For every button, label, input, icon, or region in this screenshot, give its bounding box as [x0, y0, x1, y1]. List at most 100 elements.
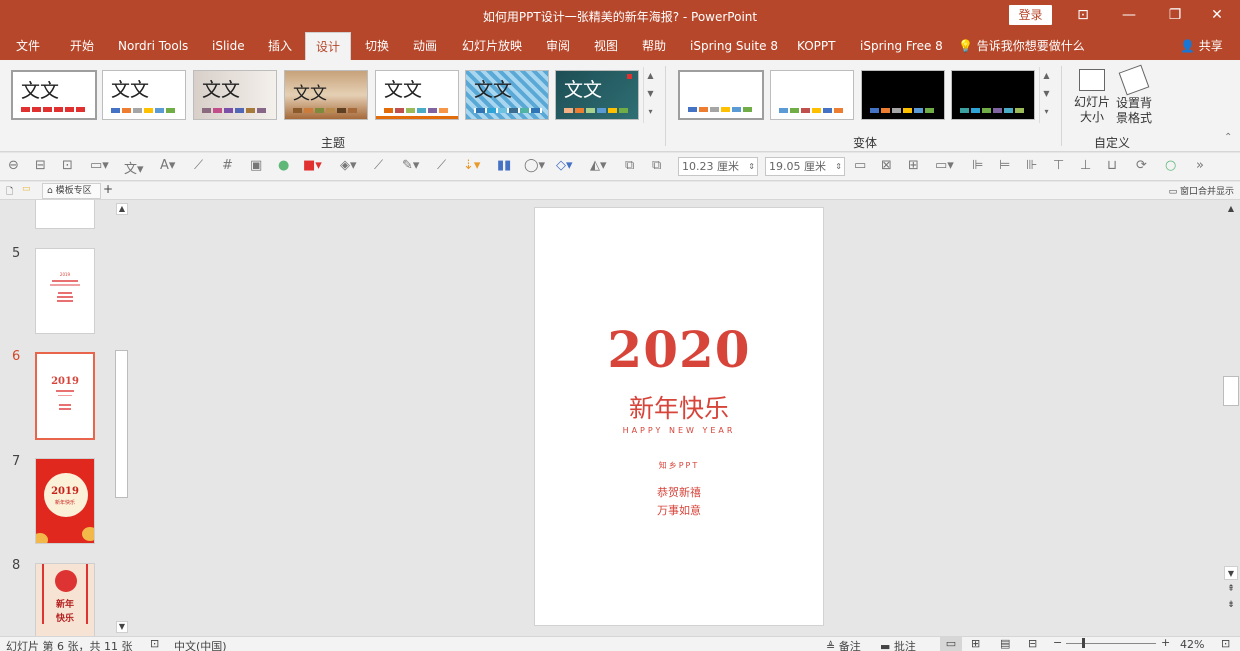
gallery-more-icon[interactable]: ▾	[644, 103, 657, 121]
scroll-thumb[interactable]	[115, 350, 128, 498]
shape-height-input[interactable]: 19.05 厘米 ⇕	[765, 157, 845, 176]
scroll-down-icon[interactable]: ▼	[644, 85, 657, 103]
slide-year[interactable]: 2020	[535, 320, 823, 379]
rotate-icon[interactable]: ⟳	[1136, 158, 1147, 173]
share-button[interactable]: 👤 共享	[1180, 32, 1223, 60]
variant-3[interactable]	[861, 70, 945, 120]
shapes-icon[interactable]: ◯▾	[524, 158, 545, 173]
tab-review[interactable]: 审阅	[546, 32, 570, 60]
lock-icon[interactable]: ⊖	[8, 158, 19, 173]
delete-icon[interactable]: ⊠	[881, 158, 892, 173]
textbox-icon[interactable]: ▭▾	[90, 158, 109, 173]
scroll-thumb[interactable]	[1223, 376, 1239, 406]
slide-thumbnail-8[interactable]: 新年 快乐	[35, 563, 95, 636]
slide-thumbnail-6[interactable]: 2019	[35, 352, 95, 440]
more-tools-icon[interactable]: »	[1196, 158, 1204, 173]
zoom-in-icon[interactable]: +	[1161, 636, 1170, 649]
slide-headline[interactable]: 新年快乐	[535, 389, 823, 425]
eyedropper-icon[interactable]: ⟋	[194, 158, 203, 173]
tab-transitions[interactable]: 切换	[365, 32, 389, 60]
slide-size-button[interactable]: 幻灯片 大小	[1070, 66, 1114, 125]
tab-help[interactable]: 帮助	[642, 32, 666, 60]
tab-animations[interactable]: 动画	[413, 32, 437, 60]
layout-icon[interactable]: ▭▾	[935, 158, 954, 173]
shape-merge-icon[interactable]: ◇▾	[556, 158, 573, 173]
tab-file[interactable]: 文件	[16, 32, 40, 60]
theme-office[interactable]: 文文	[11, 70, 97, 120]
restore-icon[interactable]: ❐	[1152, 0, 1198, 32]
spinner-icon[interactable]: ⇕	[748, 158, 757, 175]
spinner-icon[interactable]: ⇕	[835, 158, 844, 175]
tab-insert[interactable]: 插入	[268, 32, 292, 60]
crop-icon[interactable]: ⊡	[62, 158, 73, 173]
slide-line-2[interactable]: 万事如意	[535, 502, 823, 518]
flip-icon[interactable]: ◭▾	[590, 158, 607, 173]
tab-home[interactable]: 开始	[70, 32, 94, 60]
slide-thumbnail-7[interactable]: 2019 新年快乐	[35, 458, 95, 544]
tab-slideshow[interactable]: 幻灯片放映	[462, 32, 522, 60]
slide-sorter-icon[interactable]: ⊞	[971, 637, 980, 650]
scroll-up-icon[interactable]: ▲	[116, 203, 128, 215]
format-background-button[interactable]: 设置背 景格式	[1113, 64, 1155, 126]
tell-me-search[interactable]: 💡 告诉我你想要做什么	[958, 32, 1085, 60]
shape-width-input[interactable]: 10.23 厘米 ⇕	[678, 157, 758, 176]
merge-windows-button[interactable]: ▭ 窗口合并显示	[1169, 184, 1234, 197]
current-slide[interactable]: 2020 新年快乐 HAPPY NEW YEAR 知乡PPT 恭贺新禧 万事如意	[534, 207, 824, 626]
close-icon[interactable]: ✕	[1194, 0, 1240, 32]
edit-icon[interactable]: ✎▾	[402, 158, 419, 173]
align-bottom-icon[interactable]: ⊔	[1107, 158, 1117, 173]
login-button[interactable]: 登录	[1009, 5, 1052, 25]
theme-2[interactable]: 文文	[102, 70, 186, 120]
slide-brand[interactable]: 知乡PPT	[535, 460, 823, 471]
align-middle-icon[interactable]: ⊥	[1080, 158, 1091, 173]
tab-nordri-tools[interactable]: Nordri Tools	[118, 32, 188, 60]
tab-koppt[interactable]: KOPPT	[797, 32, 835, 60]
align-icon[interactable]: ⊟	[35, 158, 46, 173]
tab-design[interactable]: 设计	[305, 32, 352, 60]
slide-line-1[interactable]: 恭贺新禧	[535, 484, 823, 500]
replace-icon[interactable]: ⊞	[908, 158, 919, 173]
theme-3[interactable]: 文文	[193, 70, 277, 120]
chart-icon[interactable]: ▮▮	[497, 158, 511, 173]
variant-gallery-scroll[interactable]: ▲ ▼ ▾	[1039, 67, 1053, 123]
theme-gallery-scroll[interactable]: ▲ ▼ ▾	[643, 67, 657, 123]
variant-4[interactable]	[951, 70, 1035, 120]
slide-thumbnail-5[interactable]: 2019	[35, 248, 95, 334]
previous-slide-icon[interactable]: ⇞	[1224, 584, 1238, 598]
next-slide-icon[interactable]: ⇟	[1224, 600, 1238, 614]
reading-view-icon[interactable]: ▤	[1000, 637, 1010, 650]
hash-icon[interactable]: #	[222, 158, 233, 173]
slide-editor[interactable]: 2020 新年快乐 HAPPY NEW YEAR 知乡PPT 恭贺新禧 万事如意	[130, 200, 1222, 636]
scroll-up-icon[interactable]: ▲	[644, 67, 657, 85]
minimize-icon[interactable]: —	[1106, 0, 1152, 32]
theme-7[interactable]: 文文	[555, 70, 639, 120]
zoom-slider[interactable]	[1066, 643, 1156, 644]
tab-islide[interactable]: iSlide	[212, 32, 245, 60]
tab-ispring-free[interactable]: iSpring Free 8	[860, 32, 943, 60]
distribute-icon[interactable]: ⊪	[1026, 158, 1037, 173]
align-left-icon[interactable]: ⊫	[972, 158, 983, 173]
normal-view-icon[interactable]: ▭	[940, 637, 962, 651]
ribbon-display-icon[interactable]: ⊡	[1060, 0, 1106, 32]
theme-6[interactable]: 文文	[465, 70, 549, 120]
scroll-down-icon[interactable]: ▼	[1224, 566, 1238, 580]
variant-2[interactable]	[770, 70, 854, 120]
align-center-icon[interactable]: ⊨	[999, 158, 1010, 173]
picker-icon[interactable]: ⟋	[437, 158, 446, 173]
group-icon[interactable]: ⧉	[625, 158, 634, 173]
arrange-icon[interactable]: ⇣▾	[463, 158, 480, 173]
picture-icon[interactable]: ▣	[250, 158, 262, 173]
notes-button[interactable]: ≜ 备注	[826, 638, 861, 651]
language-indicator[interactable]: 中文(中国)	[174, 638, 227, 651]
fit-to-window-icon[interactable]: ⊡	[1221, 637, 1230, 650]
fill-color-icon[interactable]: ■▾	[303, 158, 322, 173]
circle-icon[interactable]: ○	[1165, 158, 1176, 173]
comments-button[interactable]: ▬ 批注	[880, 638, 916, 651]
folder-icon[interactable]: ▭	[22, 184, 31, 194]
theme-4[interactable]: 文文	[284, 70, 368, 120]
editor-scrollbar[interactable]: ▲ ▼ ⇞ ⇟	[1222, 200, 1240, 636]
pen-icon[interactable]: ⟋	[374, 158, 383, 173]
size-icon[interactable]: ▭	[854, 158, 866, 173]
tab-view[interactable]: 视图	[594, 32, 618, 60]
ungroup-icon[interactable]: ⧉	[652, 158, 661, 173]
